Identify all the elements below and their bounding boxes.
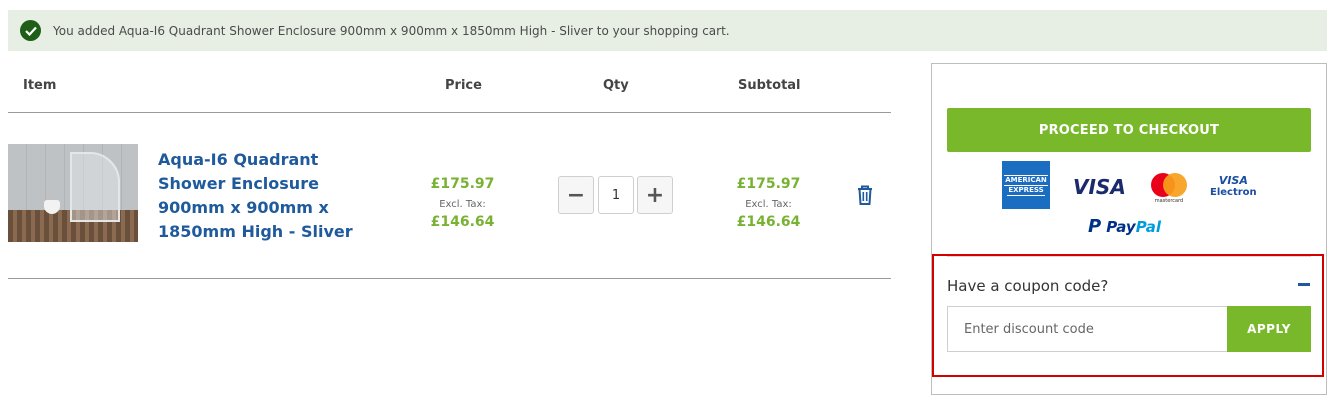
paypal-text-pal: Pal xyxy=(1135,217,1161,236)
item-subtotal: £175.97 Excl. Tax: £146.64 xyxy=(711,176,826,230)
delete-item-button[interactable] xyxy=(855,184,875,206)
column-header-qty: Qty xyxy=(603,78,629,93)
paypal-icon: P xyxy=(1088,216,1102,237)
proceed-to-checkout-button[interactable]: PROCEED TO CHECKOUT xyxy=(947,108,1311,152)
price-incl-tax: £175.97 xyxy=(430,176,495,192)
subtotal-excl-tax-label: Excl. Tax: xyxy=(745,199,792,210)
qty-input[interactable]: 1 xyxy=(598,176,634,214)
amex-text-1: AMERICAN xyxy=(1004,174,1048,186)
visa-electron-logo: VISA Electron xyxy=(1210,175,1257,199)
column-header-subtotal: Subtotal xyxy=(738,78,801,93)
column-header-item: Item xyxy=(23,78,57,93)
amex-logo: AMERICAN EXPRESS xyxy=(1002,161,1050,209)
coupon-toggle-title[interactable]: Have a coupon code? xyxy=(947,277,1108,295)
paypal-logo: P PayPal xyxy=(1088,216,1161,237)
mastercard-logo: mastercard xyxy=(1149,171,1189,205)
check-circle-icon xyxy=(20,20,41,41)
mastercard-text: mastercard xyxy=(1154,198,1184,204)
column-header-price: Price xyxy=(445,78,482,93)
subtotal-excl-tax: £146.64 xyxy=(736,214,801,230)
visa-electron-visa-text: VISA xyxy=(1218,174,1248,187)
visa-logo: VISA xyxy=(1073,175,1126,199)
price-excl-tax-label: Excl. Tax: xyxy=(439,199,486,210)
item-price: £175.97 Excl. Tax: £146.64 xyxy=(405,176,520,230)
visa-electron-text: Electron xyxy=(1210,187,1257,198)
qty-increase-button[interactable]: + xyxy=(637,176,673,214)
qty-decrease-button[interactable]: − xyxy=(558,176,594,214)
trash-icon xyxy=(858,185,872,205)
table-divider xyxy=(8,112,891,113)
subtotal-incl-tax: £175.97 xyxy=(736,176,801,192)
product-thumbnail[interactable] xyxy=(8,144,138,242)
product-name-link[interactable]: Aqua-I6 Quadrant Shower Enclosure 900mm … xyxy=(158,148,358,244)
success-message-text: You added Aqua-I6 Quadrant Shower Enclos… xyxy=(53,23,730,38)
amex-text-2: EXPRESS xyxy=(1007,185,1045,196)
apply-coupon-button[interactable]: APPLY xyxy=(1227,306,1311,352)
table-divider-bottom xyxy=(8,278,891,279)
success-message: You added Aqua-I6 Quadrant Shower Enclos… xyxy=(8,10,1327,51)
price-excl-tax: £146.64 xyxy=(430,214,495,230)
discount-code-input[interactable] xyxy=(947,306,1228,352)
paypal-text-pay: Pay xyxy=(1106,217,1136,236)
collapse-minus-icon[interactable] xyxy=(1298,283,1310,286)
